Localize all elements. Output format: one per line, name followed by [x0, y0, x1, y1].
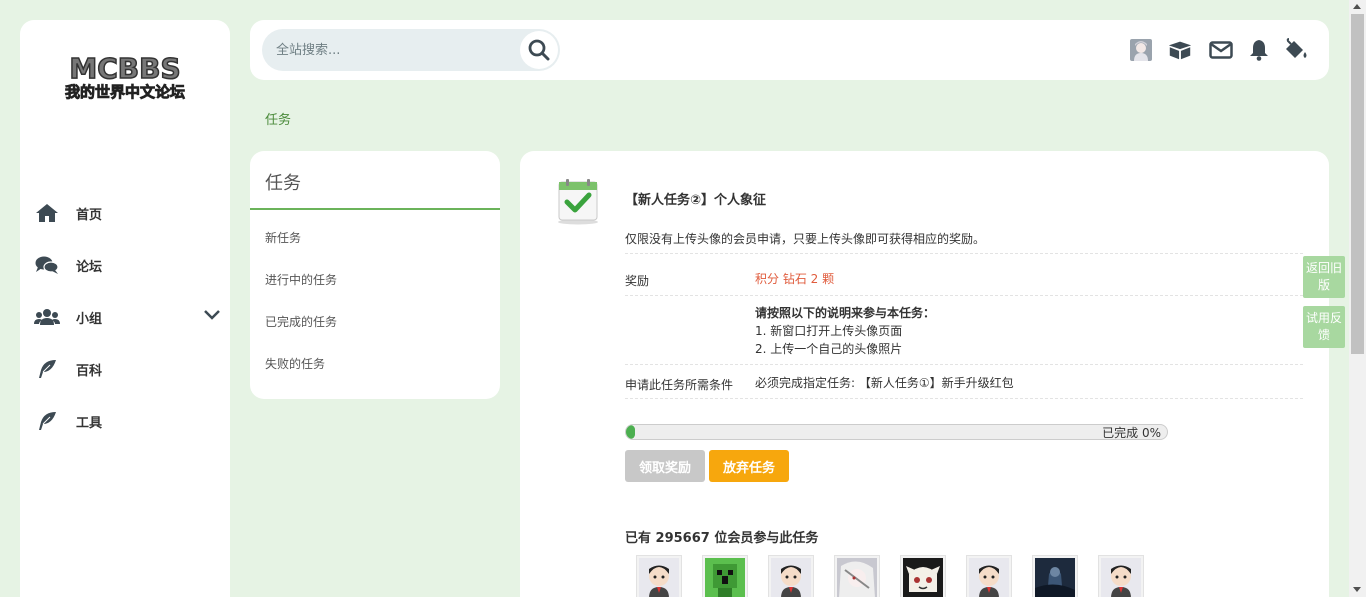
sidebar: MCBBS 我的世界中文论坛 首页 论坛 小组 百科 工具	[20, 20, 230, 597]
participant-avatar[interactable]	[900, 555, 946, 597]
task-checklist-icon	[558, 179, 598, 225]
participants-count: 已有 295667 位会员参与此任务	[625, 531, 819, 546]
feather-icon	[34, 410, 60, 432]
comments-icon	[34, 254, 60, 276]
divider	[625, 253, 1303, 254]
claim-reward-button[interactable]: 领取奖励	[625, 450, 705, 482]
user-avatar-icon[interactable]	[1128, 37, 1154, 63]
step-2: 2. 上传一个自己的头像照片	[755, 342, 903, 356]
feather-icon	[34, 358, 60, 380]
chevron-down-icon[interactable]	[204, 309, 220, 323]
task-menu-title: 任务	[265, 173, 301, 194]
divider	[625, 398, 1303, 399]
sidebar-item-label: 小组	[76, 311, 103, 327]
task-detail: 【新人任务②】个人象征 仅限没有上传头像的会员申请，只要上传头像即可获得相应的奖…	[520, 151, 1329, 597]
participant-avatar[interactable]	[966, 555, 1012, 597]
box-icon[interactable]	[1167, 37, 1193, 63]
participant-avatar[interactable]	[834, 555, 880, 597]
participant-avatar[interactable]	[768, 555, 814, 597]
svg-text:MCBBS: MCBBS	[69, 52, 180, 85]
menu-item-failed-tasks[interactable]: 失败的任务	[265, 355, 325, 372]
top-header	[250, 20, 1329, 80]
bell-icon[interactable]	[1246, 37, 1272, 63]
menu-item-new-tasks[interactable]: 新任务	[265, 229, 301, 246]
menu-item-completed-tasks[interactable]: 已完成的任务	[265, 313, 337, 330]
abandon-task-button[interactable]: 放弃任务	[709, 450, 789, 482]
feedback-button[interactable]: 试用反馈	[1303, 306, 1345, 348]
menu-item-in-progress-tasks[interactable]: 进行中的任务	[265, 271, 337, 288]
paint-bucket-icon[interactable]	[1283, 37, 1309, 63]
step-1-link[interactable]: 1. 新窗口打开上传头像页面	[755, 322, 902, 339]
reward-label: 奖励	[625, 274, 650, 288]
svg-text:我的世界中文论坛: 我的世界中文论坛	[65, 83, 185, 101]
requirement-value[interactable]: 必须完成指定任务: 【新人任务①】新手升级红包	[755, 374, 1014, 391]
scroll-up-icon[interactable]	[1353, 4, 1361, 9]
home-icon	[34, 202, 60, 224]
scrollbar-thumb[interactable]	[1351, 14, 1364, 354]
participant-avatar[interactable]	[702, 555, 748, 597]
divider	[625, 295, 1303, 296]
divider	[250, 208, 500, 210]
participant-avatar[interactable]	[636, 555, 682, 597]
steps-title: 请按照以下的说明来参与本任务：	[755, 306, 936, 320]
search-button[interactable]	[520, 31, 558, 69]
scroll-down-icon[interactable]	[1353, 587, 1361, 592]
progress-text: 已完成 0%	[1102, 426, 1161, 440]
task-description: 仅限没有上传头像的会员申请，只要上传头像即可获得相应的奖励。	[625, 232, 986, 246]
mail-icon[interactable]	[1208, 37, 1234, 63]
sidebar-item-tools[interactable]: 工具	[34, 406, 214, 436]
mcbbs-logo[interactable]: MCBBS 我的世界中文论坛	[52, 50, 198, 102]
search-icon	[528, 39, 550, 61]
sidebar-item-label: 论坛	[76, 259, 103, 275]
participant-avatar[interactable]	[1098, 555, 1144, 597]
progress-bar: 已完成 0%	[625, 424, 1168, 440]
sidebar-item-forum[interactable]: 论坛	[34, 250, 214, 280]
participant-avatar[interactable]	[1032, 555, 1078, 597]
sidebar-item-home[interactable]: 首页	[34, 198, 214, 228]
sidebar-item-label: 百科	[76, 363, 103, 379]
users-icon	[34, 306, 60, 328]
sidebar-item-wiki[interactable]: 百科	[34, 354, 214, 384]
sidebar-item-label: 工具	[76, 415, 103, 431]
search-box	[262, 29, 560, 71]
search-input[interactable]	[276, 29, 516, 71]
progress-fill	[626, 425, 635, 439]
sidebar-item-groups[interactable]: 小组	[34, 302, 220, 332]
requirement-label: 申请此任务所需条件	[625, 378, 734, 392]
reward-value: 积分 钻石 2 颗	[755, 272, 835, 286]
divider	[625, 364, 1303, 365]
breadcrumb[interactable]: 任务	[265, 109, 291, 128]
scrollbar[interactable]	[1349, 0, 1366, 597]
back-to-old-version-button[interactable]: 返回旧版	[1303, 256, 1345, 298]
task-title: 【新人任务②】个人象征	[625, 193, 767, 208]
task-menu: 任务 新任务 进行中的任务 已完成的任务 失败的任务	[250, 151, 500, 399]
sidebar-item-label: 首页	[76, 207, 103, 223]
